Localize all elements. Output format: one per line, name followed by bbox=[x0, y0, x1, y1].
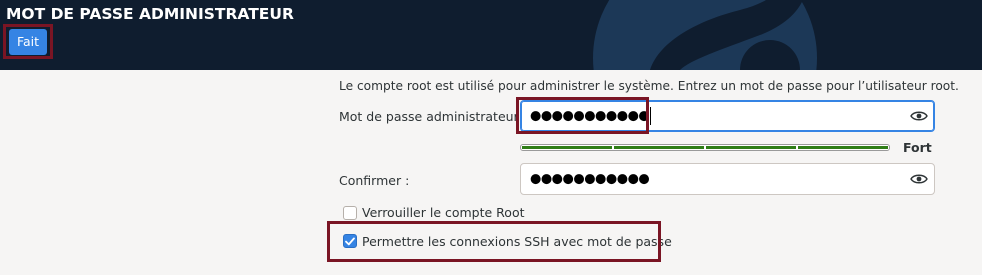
password-value: ●●●●●●●●●●● bbox=[530, 107, 652, 125]
lock-root-label[interactable]: Verrouiller le compte Root bbox=[362, 205, 525, 220]
eye-icon[interactable] bbox=[910, 110, 928, 122]
strength-segment bbox=[706, 146, 796, 149]
confirm-label: Confirmer : bbox=[339, 173, 410, 188]
page-title: MOT DE PASSE ADMINISTRATEUR bbox=[6, 5, 294, 23]
strength-segment bbox=[798, 146, 888, 149]
strength-segment bbox=[522, 146, 612, 149]
description-text: Le compte root est utilisé pour administ… bbox=[339, 79, 959, 93]
checkmark-icon bbox=[345, 237, 355, 245]
done-button-highlight: Fait bbox=[3, 24, 53, 59]
strength-segment bbox=[614, 146, 704, 149]
eye-icon[interactable] bbox=[910, 173, 928, 185]
confirm-password-value: ●●●●●●●●●●● bbox=[530, 171, 650, 187]
confirm-password-field[interactable]: ●●●●●●●●●●● bbox=[520, 163, 935, 195]
password-strength-label: Fort bbox=[903, 140, 932, 155]
allow-ssh-checkbox[interactable] bbox=[343, 234, 357, 248]
password-label: Mot de passe administrateur : bbox=[339, 109, 527, 124]
password-strength-bar bbox=[520, 144, 890, 151]
text-caret bbox=[650, 107, 652, 125]
password-field[interactable]: ●●●●●●●●●●● bbox=[520, 100, 935, 132]
allow-ssh-label[interactable]: Permettre les connexions SSH avec mot de… bbox=[362, 234, 672, 249]
header-bar: MOT DE PASSE ADMINISTRATEUR Fait bbox=[0, 0, 982, 70]
lock-root-checkbox[interactable] bbox=[343, 206, 357, 220]
done-button[interactable]: Fait bbox=[9, 28, 47, 55]
